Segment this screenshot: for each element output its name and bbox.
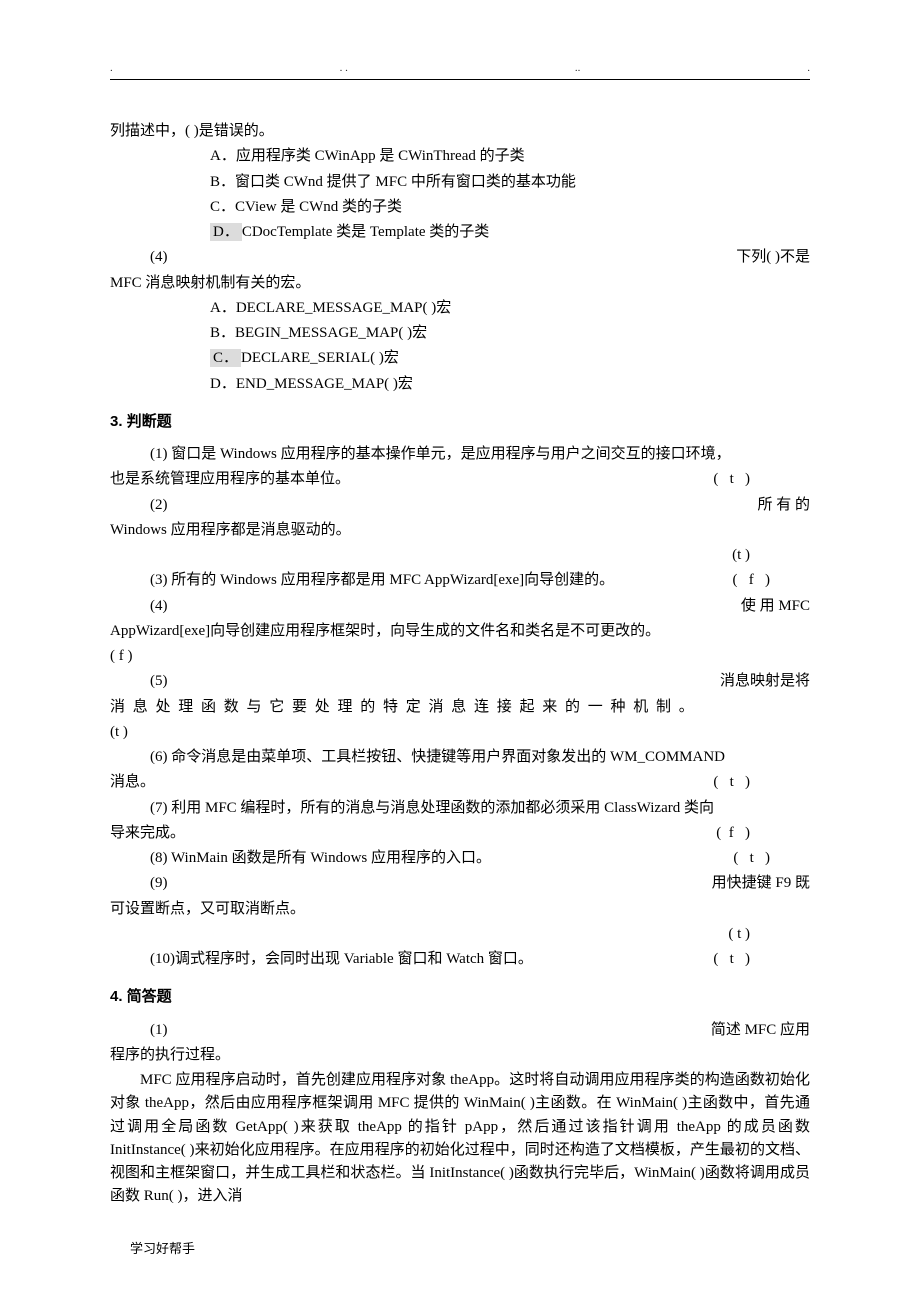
judge-8-text: (8) WinMain 函数是所有 Windows 应用程序的入口。 (110, 847, 733, 870)
judge-4-mark: ( f ) (110, 645, 810, 668)
question-4-cont: MFC 消息映射机制有关的宏。 (110, 272, 810, 295)
judge-8-mark: ( t ) (733, 847, 810, 870)
option-c-text: DECLARE_SERIAL( )宏 (241, 350, 399, 366)
header-dot: . (807, 60, 810, 77)
judge-3: (3) 所有的 Windows 应用程序都是用 MFC AppWizard[ex… (110, 569, 810, 592)
judge-9-cont: 可设置断点，又可取消断点。 (110, 898, 810, 921)
judge-1-line1: (1) 窗口是 Windows 应用程序的基本操作单元，是应用程序与用户之间交互… (110, 443, 810, 466)
short-answer-1-number: (1) (110, 1019, 168, 1042)
header-dot: . . (340, 60, 348, 77)
option-b: B．BEGIN_MESSAGE_MAP( )宏 (110, 322, 810, 345)
option-c: C．DECLARE_SERIAL( )宏 (110, 347, 810, 370)
judge-6-mark: ( t ) (713, 771, 810, 794)
judge-10-mark: ( t ) (713, 948, 810, 971)
option-d: D．END_MESSAGE_MAP( )宏 (110, 373, 810, 396)
short-answer-1: (1) 简述 MFC 应用 (110, 1019, 810, 1042)
judge-9-number: (9) (110, 872, 168, 895)
option-a: A．DECLARE_MESSAGE_MAP( )宏 (110, 297, 810, 320)
section-3-title: 3. 判断题 (110, 410, 810, 433)
option-d-label: D． (210, 223, 242, 241)
judge-7-line1: (7) 利用 MFC 编程时，所有的消息与消息处理函数的添加都必须采用 Clas… (110, 797, 810, 820)
judge-4-number: (4) (110, 595, 168, 618)
judge-6-line1: (6) 命令消息是由菜单项、工具栏按钮、快捷键等用户界面对象发出的 WM_COM… (110, 746, 810, 769)
page-header: . . . .. . (110, 60, 810, 80)
judge-9-tail: 用快捷键 F9 既 (712, 872, 810, 895)
judge-4-cont: AppWizard[exe]向导创建应用程序框架时，向导生成的文件名和类名是不可… (110, 620, 810, 643)
judge-1-line2: 也是系统管理应用程序的基本单位。 ( t ) (110, 468, 810, 491)
judge-8: (8) WinMain 函数是所有 Windows 应用程序的入口。 ( t ) (110, 847, 810, 870)
judge-10-text: (10)调式程序时，会同时出现 Variable 窗口和 Watch 窗口。 (110, 948, 713, 971)
short-answer-1-tail: 简述 MFC 应用 (711, 1019, 810, 1042)
option-a: A．应用程序类 CWinApp 是 CWinThread 的子类 (110, 145, 810, 168)
answer-paragraph: MFC 应用程序启动时，首先创建应用程序对象 theApp。这时将自动调用应用程… (110, 1069, 810, 1209)
question-4: (4) 下列( )不是 (110, 246, 810, 269)
judge-7-line2: 导来完成。 ( f ) (110, 822, 810, 845)
judge-5: (5) 消息映射是将 (110, 670, 810, 693)
judge-1-text: 也是系统管理应用程序的基本单位。 (110, 468, 713, 491)
short-answer-1-cont: 程序的执行过程。 (110, 1044, 810, 1067)
header-dot: .. (575, 60, 581, 77)
option-d: D．CDocTemplate 类是 Template 类的子类 (110, 221, 810, 244)
judge-4: (4) 使 用 MFC (110, 595, 810, 618)
option-b: B．窗口类 CWnd 提供了 MFC 中所有窗口类的基本功能 (110, 171, 810, 194)
judge-4-tail: 使 用 MFC (741, 595, 810, 618)
judge-10: (10)调式程序时，会同时出现 Variable 窗口和 Watch 窗口。 (… (110, 948, 810, 971)
section-4-title: 4. 简答题 (110, 985, 810, 1008)
document-body: 列描述中，( )是错误的。 A．应用程序类 CWinApp 是 CWinThre… (110, 120, 810, 1209)
judge-3-text: (3) 所有的 Windows 应用程序都是用 MFC AppWizard[ex… (110, 569, 733, 592)
judge-2-number: (2) (110, 494, 168, 517)
judge-2: (2) 所 有 的 (110, 494, 810, 517)
judge-5-mark: (t ) (110, 721, 810, 744)
judge-5-cont: 消 息 处 理 函 数 与 它 要 处 理 的 特 定 消 息 连 接 起 来 … (110, 696, 810, 719)
option-d-text: CDocTemplate 类是 Template 类的子类 (242, 224, 489, 240)
judge-1-mark: ( t ) (713, 468, 810, 491)
judge-5-tail: 消息映射是将 (720, 670, 810, 693)
judge-9: (9) 用快捷键 F9 既 (110, 872, 810, 895)
judge-7-mark: ( f ) (716, 822, 810, 845)
judge-3-mark: ( f ) (733, 569, 811, 592)
judge-2-cont: Windows 应用程序都是消息驱动的。 (110, 519, 810, 542)
page-footer: 学习好帮手 (110, 1239, 810, 1259)
judge-7-text: 导来完成。 (110, 822, 716, 845)
header-dot: . (110, 60, 113, 77)
option-c-label: C． (210, 349, 241, 367)
judge-2-tail: 所 有 的 (757, 494, 810, 517)
option-c: C．CView 是 CWnd 类的子类 (110, 196, 810, 219)
question-4-number: (4) (110, 246, 168, 269)
judge-6-text: 消息。 (110, 771, 713, 794)
judge-2-mark: (t ) (110, 544, 810, 567)
judge-5-number: (5) (110, 670, 168, 693)
question-3-intro: 列描述中，( )是错误的。 (110, 120, 810, 143)
judge-9-mark: ( t ) (110, 923, 810, 946)
question-4-tail: 下列( )不是 (736, 246, 810, 269)
judge-6-line2: 消息。 ( t ) (110, 771, 810, 794)
